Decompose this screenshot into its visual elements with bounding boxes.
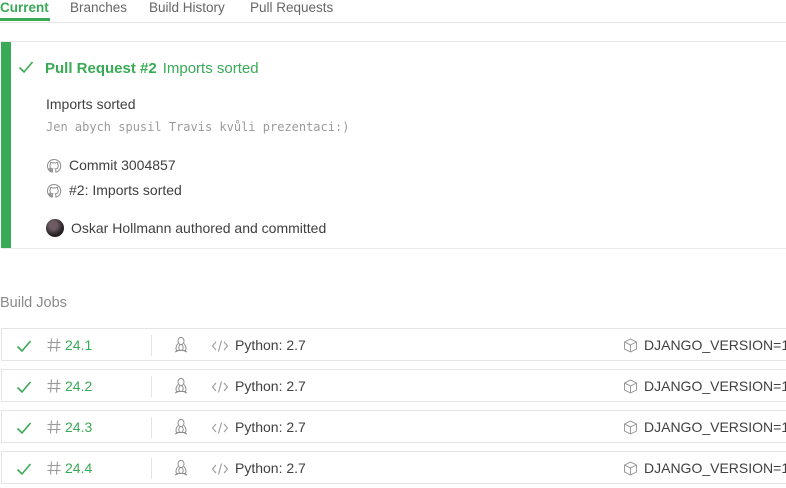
pull-request-ref[interactable]: #2: Imports sorted <box>69 182 182 199</box>
job-row[interactable]: 24.2 Python: 2.7 DJANGO_VERSION=1.7 <box>1 369 786 402</box>
job-language: Python: 2.7 <box>235 378 306 394</box>
job-env: DJANGO_VERSION=1.9 <box>644 460 786 476</box>
code-icon <box>211 340 229 352</box>
hash-icon <box>47 461 61 475</box>
divider <box>151 335 152 356</box>
pull-request-name[interactable]: Imports sorted <box>163 60 259 77</box>
job-env: DJANGO_VERSION=1.7 <box>644 378 786 394</box>
code-icon <box>211 463 229 475</box>
commit-link[interactable]: Commit 3004857 <box>46 157 176 174</box>
job-env: DJANGO_VERSION=1.6 <box>644 337 786 353</box>
job-number[interactable]: 24.4 <box>65 460 92 477</box>
code-icon <box>211 422 229 434</box>
linux-icon <box>174 377 188 394</box>
job-language: Python: 2.7 <box>235 419 306 435</box>
job-number[interactable]: 24.2 <box>65 378 92 395</box>
author-label: Oskar Hollmann authored and committed <box>71 219 327 236</box>
hash-icon <box>47 420 61 434</box>
build-jobs-title: Build Jobs <box>0 295 67 311</box>
pull-request-number[interactable]: Pull Request #2 <box>45 60 157 77</box>
build-summary: Pull Request #2 Imports sorted Imports so… <box>1 41 786 249</box>
pull-request-title[interactable]: Pull Request #2 Imports sorted <box>45 60 259 78</box>
hash-icon <box>47 379 61 393</box>
check-icon <box>16 422 32 435</box>
linux-icon <box>174 459 188 476</box>
package-icon <box>624 420 637 435</box>
tab-branches[interactable]: Branches <box>70 0 127 16</box>
tab-pull-requests[interactable]: Pull Requests <box>250 0 333 16</box>
tab-build-history[interactable]: Build History <box>149 0 225 16</box>
check-icon <box>16 381 32 394</box>
job-row[interactable]: 24.3 Python: 2.7 DJANGO_VERSION=1.8 <box>1 410 786 443</box>
check-icon <box>16 340 32 353</box>
commit-message-title: Imports sorted <box>46 96 136 112</box>
tab-current[interactable]: Current <box>0 0 49 16</box>
divider <box>151 458 152 479</box>
job-number[interactable]: 24.1 <box>65 337 92 354</box>
github-icon <box>46 183 62 198</box>
avatar <box>46 219 64 237</box>
github-icon <box>46 158 62 173</box>
job-language: Python: 2.7 <box>235 337 306 353</box>
hash-icon <box>47 338 61 352</box>
pull-request-link[interactable]: #2: Imports sorted <box>46 182 182 199</box>
active-tab-indicator <box>0 18 50 21</box>
package-icon <box>624 379 637 394</box>
commit-message-body: Jen abych spusil Travis kvůli prezentaci… <box>46 120 350 134</box>
tab-bar: Current Branches Build History Pull Requ… <box>0 0 786 23</box>
divider <box>151 376 152 397</box>
package-icon <box>624 338 637 353</box>
job-row[interactable]: 24.4 Python: 2.7 DJANGO_VERSION=1.9 <box>1 451 786 484</box>
author-row: Oskar Hollmann authored and committed <box>46 219 326 237</box>
status-bar <box>1 42 11 248</box>
divider <box>151 417 152 438</box>
commit-label[interactable]: Commit 3004857 <box>69 157 176 174</box>
linux-icon <box>174 418 188 435</box>
package-icon <box>624 461 637 476</box>
job-row[interactable]: 24.1 Python: 2.7 DJANGO_VERSION=1.6 <box>1 328 786 361</box>
check-icon <box>18 61 34 74</box>
code-icon <box>211 381 229 393</box>
check-icon <box>16 463 32 476</box>
job-number[interactable]: 24.3 <box>65 419 92 436</box>
job-env: DJANGO_VERSION=1.8 <box>644 419 786 435</box>
linux-icon <box>174 336 188 353</box>
job-language: Python: 2.7 <box>235 460 306 476</box>
